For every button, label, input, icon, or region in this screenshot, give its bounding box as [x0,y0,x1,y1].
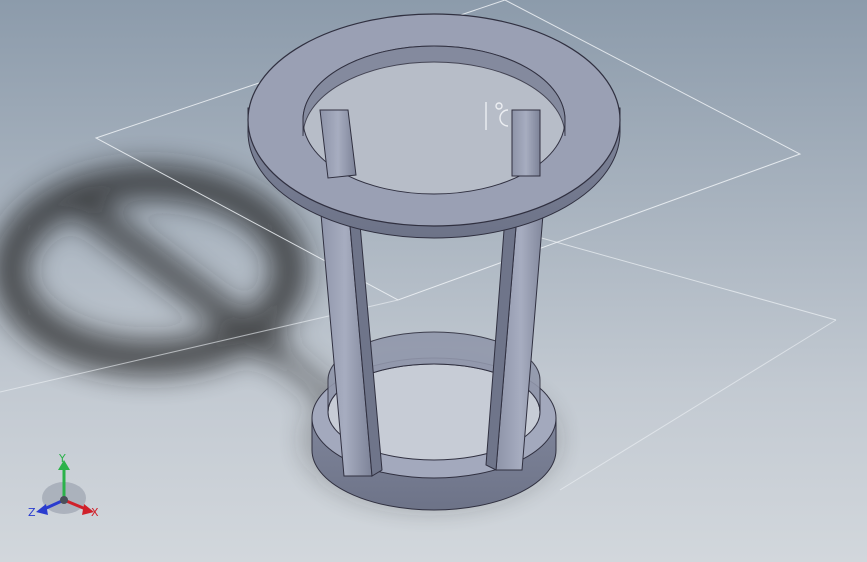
triad-y-label: Y [58,452,66,465]
coordinate-triad[interactable]: Y X Z [28,452,99,519]
model-scene[interactable]: Y X Z [0,0,867,562]
reference-plane-edge [519,231,837,321]
triad-z-arrow-icon [36,504,48,515]
graphics-viewport[interactable]: Y X Z [0,0,867,562]
reference-plane-edge [559,319,837,491]
top-ring[interactable] [247,13,621,239]
triad-z-label: Z [28,506,36,519]
triad-x-label: X [91,506,99,519]
